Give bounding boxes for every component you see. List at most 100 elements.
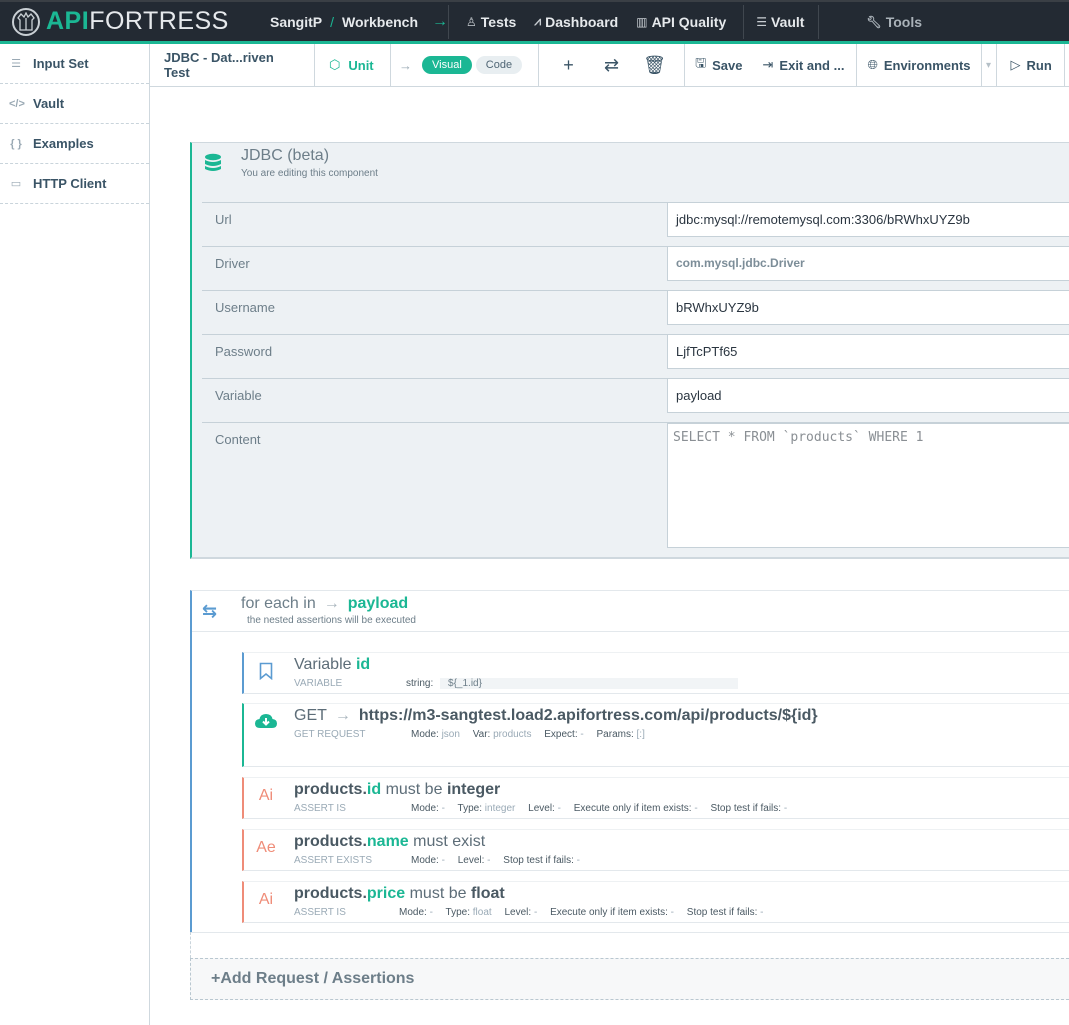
plus-icon: +	[211, 970, 221, 987]
password-label: Password	[215, 344, 273, 359]
loop-icon: ⇆	[202, 601, 218, 621]
environments-label: Environments	[883, 57, 971, 73]
meta-value: -	[694, 803, 698, 814]
test-name[interactable]: JDBC - Dat...riven Test	[150, 44, 315, 86]
add-request-button[interactable]: +Add Request / Assertions	[190, 958, 1069, 1000]
assert-step[interactable]: Ai products.id must be integer ASSERT IS…	[242, 777, 1069, 819]
nav-vault[interactable]: ☰ Vault	[744, 14, 818, 30]
mode-switch: → Visual Code	[391, 44, 540, 86]
unit-tab[interactable]: ⬡ Unit	[315, 44, 391, 86]
assert-verb: must be	[385, 781, 443, 798]
password-input[interactable]: LjfTcPTf65	[667, 335, 1069, 369]
variable-name: id	[355, 656, 371, 673]
meta-key: Execute only if item exists:	[550, 907, 668, 918]
meta-value: -	[441, 803, 445, 814]
breadcrumb-page[interactable]: Workbench	[342, 14, 418, 30]
run-button[interactable]: ▷ Run	[997, 44, 1065, 86]
edit-actions: + ⇄ 🗑︎	[539, 44, 686, 86]
meta-value: -	[441, 855, 445, 866]
jdbc-subtitle: You are editing this component	[241, 168, 378, 179]
code-mode-button[interactable]: Code	[475, 56, 523, 74]
meta-key: Level:	[528, 803, 555, 814]
assert-type: integer	[446, 781, 501, 798]
nav-tools-label: Tools	[885, 13, 923, 30]
wrench-icon: 🔧︎	[866, 14, 882, 29]
username-input[interactable]: bRWhxUYZ9b	[667, 291, 1069, 325]
foreach-variable: payload	[347, 595, 409, 612]
add-request-label: +Add Request / Assertions	[211, 970, 414, 988]
variable-value: ${_1.id}	[440, 678, 739, 689]
sidebar-item-vault[interactable]: </> Vault	[0, 84, 149, 124]
jdbc-header: JDBC (beta) You are editing this compone…	[192, 143, 1069, 203]
sidebar-item-examples[interactable]: { } Examples	[0, 124, 149, 164]
assert-object: products.	[294, 885, 367, 902]
nav-api-quality[interactable]: ▥ API Quality	[627, 14, 735, 30]
exit-button[interactable]: ⇥ Exit and ...	[753, 44, 857, 86]
content-row: Content SELECT * FROM `products` WHERE 1	[202, 422, 1069, 558]
driver-label: Driver	[215, 256, 250, 271]
assert-verb: must be	[409, 885, 467, 902]
variable-row: Variable payload	[202, 378, 1069, 422]
assert-field: name	[366, 833, 409, 850]
assert-is-icon: Ai	[258, 891, 274, 908]
assert-step[interactable]: Ai products.price must be float ASSERT I…	[242, 881, 1069, 923]
jdbc-component: JDBC (beta) You are editing this compone…	[190, 142, 1069, 559]
arrow-right-icon: →	[323, 595, 340, 612]
get-step-title: GET → https://m3-sangtest.load2.apifortres…	[294, 707, 818, 725]
apifortress-logo[interactable]: API FORTRESS	[0, 7, 250, 36]
trash-icon[interactable]: 🗑︎	[633, 55, 676, 76]
variable-step[interactable]: Variable id VARIABLE string: ${_1.id}	[242, 652, 1069, 694]
dashed-connector	[190, 932, 191, 958]
line-chart-icon: ⩘	[534, 14, 542, 28]
visual-mode-button[interactable]: Visual	[422, 56, 472, 74]
url-input[interactable]: jdbc:mysql://remotemysql.com:3306/bRWhxU…	[667, 203, 1069, 237]
assert-is-icon: Ai	[258, 787, 274, 804]
meta-value: -	[557, 803, 561, 814]
assert-object: products.	[294, 781, 367, 798]
braces-icon: { }	[10, 137, 22, 150]
assert-step[interactable]: Ae products.name must exist ASSERT EXIST…	[242, 829, 1069, 871]
meta-key: Level:	[457, 855, 485, 866]
arrow-right-icon: →	[432, 12, 448, 30]
username-row: Username bRWhxUYZ9b	[202, 290, 1069, 334]
sidebar-item-input-set[interactable]: ☰ Input Set	[0, 44, 149, 84]
foreach-header[interactable]: ⇆ for each in → payload the nested asserti…	[192, 591, 1069, 632]
breadcrumb-separator: /	[330, 13, 335, 30]
content-textarea[interactable]: SELECT * FROM `products` WHERE 1	[667, 423, 1069, 548]
variable-input[interactable]: payload	[667, 379, 1069, 413]
nav-dashboard[interactable]: ⩘ Dashboard	[525, 14, 627, 30]
toolbar: JDBC - Dat...riven Test ⬡ Unit → Visual …	[150, 44, 1069, 87]
meta-key: Mode:	[411, 729, 439, 740]
assert-verb: must exist	[413, 833, 486, 850]
save-button[interactable]: 🖫︎ Save	[685, 44, 752, 86]
bar-chart-icon: ▥	[636, 14, 648, 29]
breadcrumb-user[interactable]: SangitP	[270, 14, 322, 30]
meta-key: Stop test if fails:	[503, 855, 574, 866]
fortress-logo-icon	[12, 7, 40, 36]
variable-type: string:	[406, 678, 434, 689]
meta-value: -	[429, 907, 433, 918]
sidebar-item-label: Input Set	[33, 56, 89, 71]
sidebar-item-label: Vault	[33, 96, 65, 111]
meta-key: Type:	[445, 907, 470, 918]
cloud-download-icon	[254, 713, 278, 734]
meta-value: -	[576, 855, 581, 866]
meta-value: -	[580, 729, 584, 740]
url-row: Url jdbc:mysql://remotemysql.com:3306/bR…	[202, 202, 1069, 246]
nav-tests[interactable]: ♙ Tests	[457, 14, 525, 30]
assert-meta: Mode: - Type: integer Level: - Execute o…	[411, 803, 797, 814]
nav-tools[interactable]: 🔧︎ Tools	[857, 14, 931, 30]
driver-input[interactable]: com.mysql.jdbc.Driver	[667, 247, 1069, 281]
sidebar-item-http-client[interactable]: ▭ HTTP Client	[0, 164, 149, 204]
step-kind: ASSERT IS	[294, 803, 346, 814]
arrow-right-icon: →	[399, 57, 412, 73]
swap-icon[interactable]: ⇄	[590, 55, 633, 76]
step-kind: VARIABLE	[294, 678, 343, 689]
add-icon[interactable]: +	[547, 55, 590, 76]
meta-value: products	[493, 729, 532, 740]
meta-value: -	[783, 803, 788, 814]
environments-button[interactable]: 🌐︎ Environments	[856, 44, 980, 86]
chevron-down-icon[interactable]: ▾	[980, 44, 997, 86]
get-request-step[interactable]: GET → https://m3-sangtest.load2.apifortres…	[242, 703, 1069, 767]
request-url: https://m3-sangtest.load2.apifortress.co…	[358, 707, 818, 724]
